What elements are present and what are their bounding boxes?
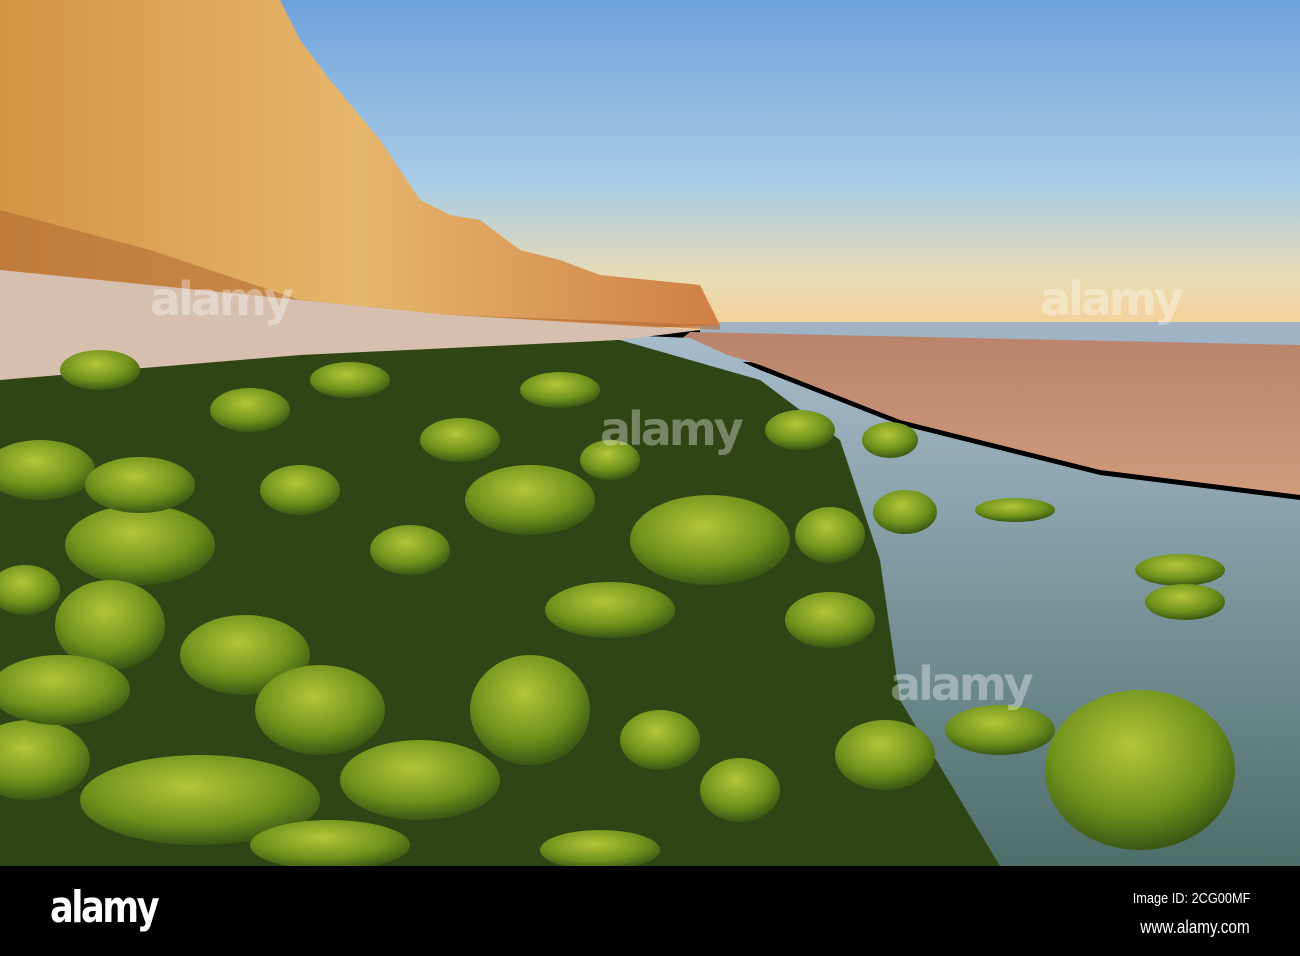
watermark: alamy — [600, 402, 744, 456]
image-id: Image ID: 2CG00MF — [1132, 890, 1250, 907]
watermark: alamy — [890, 657, 1034, 711]
alamy-logo: alamy — [50, 882, 160, 933]
site-url: www.alamy.com — [1140, 917, 1250, 937]
beach-photo: alamy alamy alamy alamy — [0, 0, 1300, 866]
watermark: alamy — [1040, 272, 1184, 326]
alamy-footer: alamy Image ID: 2CG00MF www.alamy.com — [0, 866, 1300, 956]
watermark: alamy — [150, 272, 294, 326]
